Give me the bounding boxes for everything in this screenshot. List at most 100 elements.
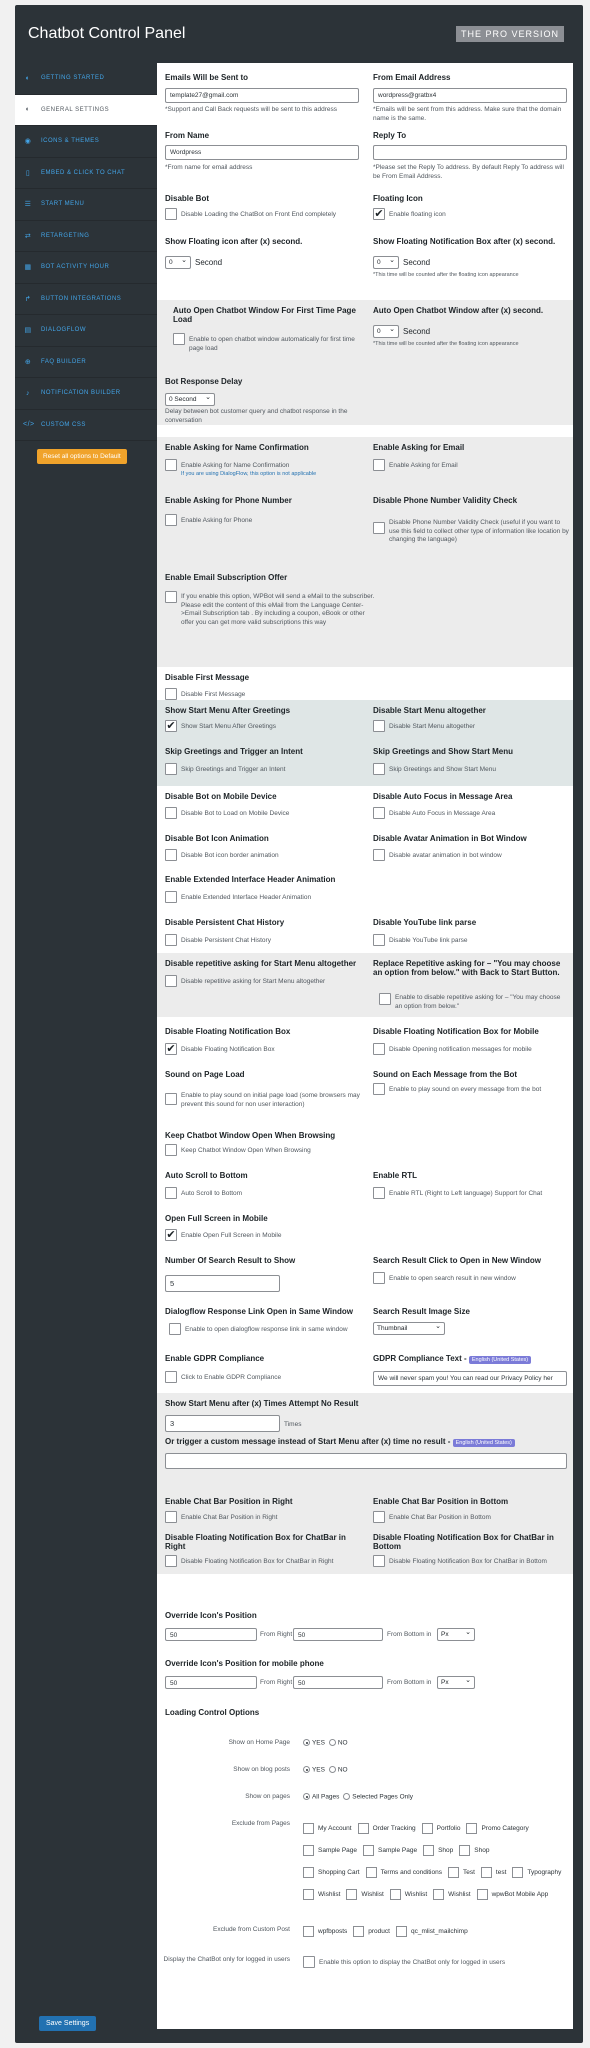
- exclude-checkbox[interactable]: [303, 1822, 314, 1834]
- blog-yes-radio[interactable]: [303, 1766, 310, 1773]
- sidebar-item-getting-started[interactable]: ◐ GETTING STARTED: [15, 63, 157, 95]
- from-name-input[interactable]: Wordpress: [165, 145, 359, 160]
- override-mobile-right-input[interactable]: 50: [165, 1676, 257, 1689]
- icon-anim-checkbox[interactable]: [165, 849, 177, 861]
- sidebar-item-button-integrations[interactable]: ↱ BUTTON INTEGRATIONS: [15, 284, 157, 315]
- rtl-checkbox[interactable]: [373, 1187, 385, 1199]
- exclude-checkbox[interactable]: [421, 1822, 433, 1834]
- disable-start-checkbox[interactable]: [373, 720, 385, 732]
- ask-email-checkbox[interactable]: [373, 459, 385, 471]
- exclude-checkbox[interactable]: [476, 1888, 488, 1900]
- youtube-checkbox[interactable]: [373, 934, 385, 946]
- show-notif-select[interactable]: 0: [373, 256, 399, 269]
- selected-pages-radio[interactable]: [343, 1793, 351, 1800]
- exclude-checkbox[interactable]: [447, 1866, 459, 1878]
- sidebar-item-dialogflow[interactable]: ▤ DIALOGFLOW: [15, 315, 157, 347]
- exclude-checkbox[interactable]: [303, 1866, 314, 1878]
- exclude-checkbox[interactable]: [423, 1844, 435, 1856]
- exclude-checkbox[interactable]: [466, 1822, 478, 1834]
- exclude-checkbox[interactable]: [512, 1866, 524, 1878]
- sidebar-item-bot-activity[interactable]: ▦ BOT ACTIVITY HOUR: [15, 252, 157, 284]
- sidebar-item-retargeting[interactable]: ⇄ RETARGETING: [15, 221, 157, 252]
- ask-phone-checkbox[interactable]: [165, 514, 177, 526]
- save-settings-button[interactable]: Save Settings: [39, 2016, 97, 2031]
- chatbar-bottom-checkbox[interactable]: [373, 1511, 385, 1523]
- pro-version-badge[interactable]: THE PRO VERSION: [455, 26, 564, 42]
- exclude-checkbox[interactable]: [303, 1844, 314, 1856]
- exclude-checkbox[interactable]: [395, 1925, 407, 1937]
- df-link-checkbox[interactable]: [169, 1323, 181, 1335]
- reply-to-input[interactable]: [373, 145, 567, 160]
- gdpr-text-input[interactable]: We will never spam you! You can read our…: [373, 1371, 567, 1386]
- autofocus-checkbox[interactable]: [373, 807, 385, 819]
- home-no-radio[interactable]: [328, 1739, 336, 1746]
- search-new-checkbox[interactable]: [373, 1272, 385, 1284]
- sound-load-checkbox[interactable]: [165, 1093, 177, 1105]
- start-after-greet-checkbox[interactable]: ✔: [165, 720, 177, 732]
- override-bottom-input[interactable]: 50: [293, 1628, 383, 1641]
- notif-bottom-checkbox[interactable]: [373, 1555, 385, 1567]
- reset-defaults-button[interactable]: Reset all options to Default: [37, 449, 127, 464]
- exclude-checkbox[interactable]: [459, 1844, 471, 1856]
- blog-no-radio[interactable]: [328, 1766, 336, 1773]
- ask-name-checkbox[interactable]: [165, 459, 177, 471]
- search-count-input[interactable]: 5: [165, 1275, 280, 1292]
- header-anim-checkbox[interactable]: [165, 891, 177, 903]
- emails-to-input[interactable]: template27@gmail.com: [165, 88, 359, 103]
- home-yes-radio[interactable]: [303, 1739, 310, 1746]
- exclude-checkbox[interactable]: [389, 1888, 401, 1900]
- float-notif-checkbox[interactable]: ✔: [165, 1043, 177, 1055]
- exclude-checkbox[interactable]: [357, 1822, 369, 1834]
- exclude-checkbox[interactable]: [480, 1866, 492, 1878]
- keep-open-checkbox[interactable]: [165, 1144, 177, 1156]
- custom-msg-input[interactable]: [165, 1453, 567, 1469]
- show-floating-select[interactable]: 0: [165, 256, 191, 269]
- email-sub-label: Enable Email Subscription Offer: [165, 573, 288, 582]
- repetitive-checkbox[interactable]: [165, 975, 177, 987]
- sidebar-item-start-menu[interactable]: ☰ START MENU: [15, 189, 157, 221]
- mobile-checkbox[interactable]: [165, 807, 177, 819]
- skip-greet-menu-checkbox[interactable]: [373, 763, 385, 775]
- exclude-checkbox[interactable]: [433, 1888, 445, 1900]
- sidebar-item-notification-builder[interactable]: ♪ NOTIFICATION BUILDER: [15, 378, 157, 410]
- sound-msg-checkbox[interactable]: [373, 1083, 385, 1095]
- override-right-input[interactable]: 50: [165, 1628, 257, 1641]
- exclude-checkbox[interactable]: [346, 1888, 358, 1900]
- override-mobile-unit-select[interactable]: Px: [437, 1676, 475, 1689]
- skip-greet-intent-checkbox[interactable]: [165, 763, 177, 775]
- exclude-checkbox[interactable]: [363, 1844, 375, 1856]
- from-email-input[interactable]: wordpress@gratbx4: [373, 88, 567, 103]
- override-mobile-bottom-input[interactable]: 50: [293, 1676, 383, 1689]
- response-delay-select[interactable]: 0 Second: [165, 393, 215, 406]
- floating-icon-checkbox[interactable]: ✔: [373, 208, 385, 220]
- fullscreen-checkbox[interactable]: ✔: [165, 1229, 177, 1241]
- auto-scroll-checkbox[interactable]: [165, 1187, 177, 1199]
- disable-bot-checkbox[interactable]: [165, 208, 177, 220]
- notif-right-checkbox[interactable]: [165, 1555, 177, 1567]
- chatbar-right-checkbox[interactable]: [165, 1511, 177, 1523]
- sidebar-item-faq-builder[interactable]: ⊕ FAQ BUILDER: [15, 347, 157, 378]
- first-msg-checkbox[interactable]: [165, 688, 177, 700]
- sidebar-item-icons-themes[interactable]: ◉ ICONS & THEMES: [15, 126, 157, 158]
- float-notif-mobile-checkbox[interactable]: [373, 1043, 385, 1055]
- logged-checkbox[interactable]: [303, 1956, 315, 1968]
- phone-validity-checkbox[interactable]: [373, 522, 385, 534]
- persist-checkbox[interactable]: [165, 934, 177, 946]
- auto-open-after-select[interactable]: 0: [373, 325, 399, 338]
- sidebar-item-embed[interactable]: ▯ EMBED & CLICK TO CHAT: [15, 158, 157, 189]
- exclude-checkbox[interactable]: [303, 1888, 314, 1900]
- sidebar-item-custom-css[interactable]: </> CUSTOM CSS: [15, 410, 157, 441]
- exclude-checkbox[interactable]: [365, 1866, 377, 1878]
- exclude-checkbox[interactable]: [303, 1925, 314, 1937]
- all-pages-radio[interactable]: [303, 1793, 310, 1800]
- avatar-anim-checkbox[interactable]: [373, 849, 385, 861]
- email-sub-checkbox[interactable]: [165, 591, 177, 603]
- replace-rep-checkbox[interactable]: [379, 993, 391, 1005]
- override-unit-select[interactable]: Px: [437, 1628, 475, 1641]
- start-after-x-input[interactable]: 3: [165, 1415, 280, 1432]
- gdpr-checkbox[interactable]: [165, 1371, 177, 1383]
- img-size-select[interactable]: Thumbnail: [373, 1322, 445, 1335]
- auto-open-first-checkbox[interactable]: [173, 333, 185, 345]
- sidebar-item-general-settings[interactable]: ◐ GENERAL SETTINGS: [15, 94, 157, 126]
- exclude-checkbox[interactable]: [353, 1925, 365, 1937]
